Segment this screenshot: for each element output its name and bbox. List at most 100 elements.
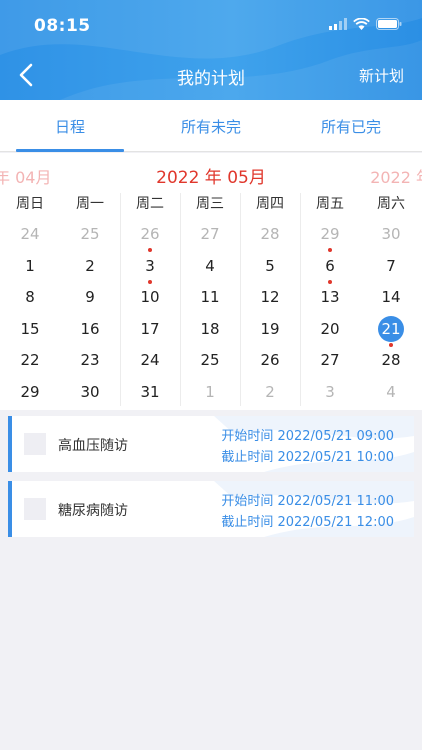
calendar-day[interactable]: 4 — [180, 253, 240, 283]
calendar-day[interactable]: 30 — [60, 379, 120, 409]
plan-card[interactable]: 糖尿病随访 开始时间 2022/05/21 11:00 截止时间 2022/05… — [8, 481, 414, 537]
calendar-day[interactable]: 13 — [300, 284, 360, 314]
calendar-day[interactable]: 23 — [60, 347, 120, 377]
calendar-day[interactable]: 29 — [0, 379, 60, 409]
calendar-day[interactable]: 27 — [300, 347, 360, 377]
calendar-day[interactable]: 29 — [300, 221, 360, 252]
day-number: 1 — [25, 256, 35, 275]
calendar-day[interactable]: 25 — [180, 347, 240, 377]
day-number: 9 — [85, 288, 95, 306]
calendar-day[interactable]: 27 — [180, 221, 240, 251]
new-plan-button[interactable]: 新计划 — [359, 65, 404, 86]
weekday-label: 周三 — [196, 196, 224, 212]
event-dot — [389, 342, 393, 347]
day-number: 27 — [200, 225, 220, 243]
calendar-day[interactable]: 15 — [0, 316, 60, 346]
plan-times: 开始时间 2022/05/21 09:00 截止时间 2022/05/21 10… — [221, 426, 394, 468]
day-number: 2 — [265, 382, 275, 401]
calendar-day[interactable]: 3 — [120, 253, 180, 284]
day-number: 22 — [20, 351, 40, 369]
plan-checkbox[interactable] — [24, 433, 46, 455]
day-number: 26 — [260, 351, 280, 369]
calendar-day[interactable]: 18 — [180, 316, 240, 346]
day-number: 4 — [386, 382, 396, 401]
calendar-day[interactable]: 7 — [361, 253, 421, 283]
calendar-day[interactable]: 3 — [300, 379, 360, 409]
calendar-day[interactable]: 28 — [361, 347, 421, 377]
calendar-day[interactable]: 12 — [240, 284, 300, 314]
plan-title: 高血压随访 — [58, 438, 128, 454]
day-number: 21 — [378, 315, 404, 342]
plan-times: 开始时间 2022/05/21 11:00 截止时间 2022/05/21 12… — [221, 491, 394, 533]
calendar-day[interactable]: 31 — [120, 379, 180, 409]
day-number: 28 — [381, 351, 401, 369]
calendar-day[interactable]: 26 — [120, 221, 180, 252]
current-month: 2022 年 05月 — [156, 168, 266, 188]
day-number: 1 — [205, 382, 215, 401]
day-number: 16 — [80, 319, 100, 338]
day-number: 10 — [140, 288, 160, 306]
weekday-label: 周六 — [377, 196, 405, 212]
plan-title: 糖尿病随访 — [58, 503, 128, 519]
calendar-day[interactable]: 11 — [180, 284, 240, 314]
calendar-day[interactable]: 6 — [300, 253, 360, 284]
weekday-label: 周五 — [316, 196, 344, 212]
calendar-day[interactable]: 28 — [240, 221, 300, 251]
next-month[interactable]: 2022 年 — [370, 164, 422, 188]
day-number: 8 — [25, 288, 35, 306]
day-number: 7 — [386, 256, 396, 275]
event-dot — [148, 279, 152, 284]
day-number: 27 — [320, 351, 340, 369]
plan-checkbox[interactable] — [24, 498, 46, 520]
calendar-day-selected[interactable]: 21 — [361, 315, 421, 347]
calendar-day[interactable]: 8 — [0, 284, 60, 314]
calendar-day[interactable]: 24 — [120, 347, 180, 377]
day-number: 12 — [260, 288, 280, 306]
day-number: 4 — [205, 256, 215, 275]
calendar-day[interactable]: 1 — [180, 379, 240, 409]
calendar-day[interactable]: 24 — [0, 221, 60, 251]
day-number: 24 — [20, 225, 40, 243]
calendar-day[interactable]: 20 — [300, 316, 360, 346]
day-number: 23 — [80, 351, 100, 369]
calendar-day[interactable]: 30 — [361, 221, 421, 251]
month-header: 年 04月 2022 年 05月 2022 年 — [0, 161, 422, 188]
day-number: 6 — [325, 256, 335, 275]
weekday-label: 周一 — [76, 196, 104, 212]
tab-all-unfinished[interactable]: 所有未完 — [141, 100, 281, 152]
tab-all-finished[interactable]: 所有已完 — [281, 100, 421, 152]
plan-end-time: 截止时间 2022/05/21 12:00 — [221, 515, 394, 530]
calendar-day[interactable]: 19 — [240, 316, 300, 346]
day-number: 31 — [140, 382, 160, 401]
day-number: 14 — [381, 288, 401, 306]
calendar-day[interactable]: 26 — [240, 347, 300, 377]
calendar-day[interactable]: 22 — [0, 347, 60, 377]
plan-start-time: 开始时间 2022/05/21 11:00 — [221, 494, 394, 509]
day-number: 13 — [320, 288, 340, 306]
day-number: 3 — [325, 382, 335, 401]
day-number: 30 — [80, 382, 100, 401]
tab-schedule[interactable]: 日程 — [0, 100, 140, 152]
weekday-label: 周日 — [16, 196, 44, 212]
calendar-day[interactable]: 5 — [240, 253, 300, 283]
day-number: 26 — [140, 225, 160, 243]
calendar-day[interactable]: 16 — [60, 316, 120, 346]
calendar-day[interactable]: 2 — [60, 253, 120, 283]
day-number: 25 — [200, 351, 220, 369]
day-number: 3 — [145, 256, 155, 275]
day-number: 29 — [20, 382, 40, 401]
calendar-day[interactable]: 25 — [60, 221, 120, 251]
calendar-day[interactable]: 9 — [60, 284, 120, 314]
calendar-day[interactable]: 14 — [361, 284, 421, 314]
header: 08:15 我的计划 新计划 — [0, 0, 422, 100]
calendar-day[interactable]: 1 — [0, 253, 60, 283]
calendar-day[interactable]: 10 — [120, 284, 180, 314]
status-time: 08:15 — [34, 16, 91, 36]
weekday-label: 周二 — [136, 196, 164, 212]
weekday-header: 周日 周一 周二 周三 周四 周五 周六 — [0, 193, 422, 217]
day-number: 25 — [80, 225, 100, 243]
plan-card[interactable]: 高血压随访 开始时间 2022/05/21 09:00 截止时间 2022/05… — [8, 416, 414, 472]
calendar-day[interactable]: 2 — [240, 379, 300, 409]
calendar-day[interactable]: 17 — [120, 316, 180, 346]
calendar-day[interactable]: 4 — [361, 379, 421, 409]
